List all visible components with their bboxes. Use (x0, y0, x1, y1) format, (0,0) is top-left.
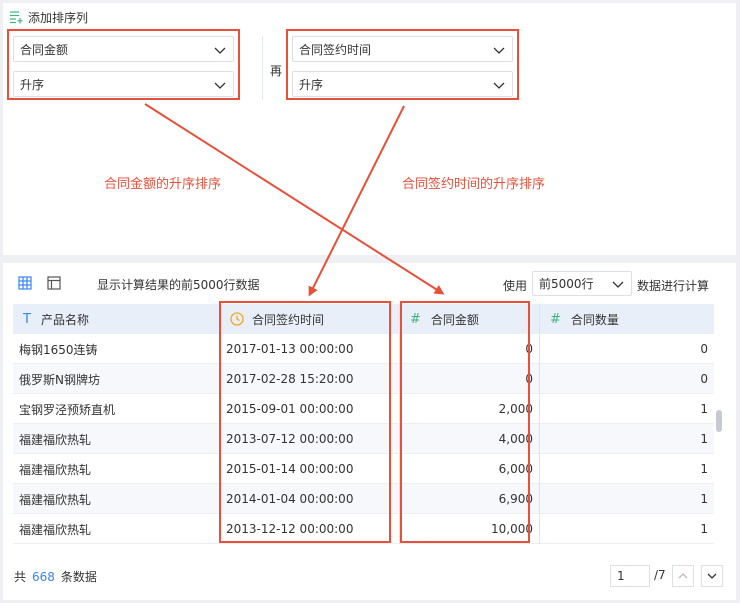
table-row: 福建福欣热轧 2013-12-12 00:00:00 10,000 1 (13, 514, 714, 544)
add-sort-icon (10, 11, 23, 24)
cell-amount: 0 (400, 364, 540, 394)
cell-product-name: 俄罗斯N钢牌坊 (13, 364, 220, 394)
cell-sign-time: 2014-01-04 00:00:00 (220, 484, 400, 514)
column-header-sign-time[interactable]: 合同签约时间 (220, 304, 400, 334)
cell-sign-time: 2017-02-28 15:20:00 (220, 364, 400, 394)
chevron-down-icon (214, 82, 226, 89)
use-label: 使用 (503, 279, 528, 293)
text-type-icon: T (23, 311, 31, 327)
cell-product-name: 福建福欣热轧 (13, 454, 220, 484)
table-row: 福建福欣热轧 2014-01-04 00:00:00 6,900 1 (13, 484, 714, 514)
primary-sort-order-value: 升序 (20, 77, 45, 92)
sort-divider (262, 36, 263, 100)
row-limit-select[interactable]: 前5000行 (532, 271, 632, 296)
secondary-sort-order-value: 升序 (299, 77, 324, 92)
page-number-input[interactable] (610, 565, 650, 587)
cell-sign-time: 2015-01-14 00:00:00 (220, 454, 400, 484)
cell-quantity: 0 (700, 342, 708, 356)
cell-product-name: 福建福欣热轧 (13, 484, 220, 514)
cell-amount: 10,000 (400, 514, 540, 544)
chevron-down-icon (612, 281, 624, 288)
data-limit-info: 显示计算结果的前5000行数据 (97, 278, 260, 292)
cell-quantity: 1 (700, 402, 708, 416)
table-view-icon[interactable] (16, 274, 34, 292)
total-count: 668 (32, 570, 55, 584)
total-suffix: 条数据 (60, 570, 97, 584)
next-page-button[interactable] (701, 565, 723, 587)
table-row: 福建福欣热轧 2013-07-12 00:00:00 4,000 1 (13, 424, 714, 454)
total-records: 共 668 条数据 (14, 568, 97, 585)
cell-product-name: 宝钢罗泾预矫直机 (13, 394, 220, 424)
cell-product-name: 梅钢1650连铸 (13, 334, 220, 364)
chevron-down-icon (707, 573, 717, 579)
secondary-sort-field-select[interactable]: 合同签约时间 (292, 36, 513, 62)
cell-product-name: 福建福欣热轧 (13, 424, 220, 454)
cell-sign-time: 2017-01-13 00:00:00 (220, 334, 400, 364)
column-header-product-name[interactable]: T 产品名称 (13, 304, 220, 334)
primary-sort-order-select[interactable]: 升序 (13, 71, 234, 97)
cell-amount: 4,000 (400, 424, 540, 454)
cell-amount: 6,000 (400, 454, 540, 484)
column-header-label: 合同签约时间 (252, 312, 325, 327)
primary-sort-field-select[interactable]: 合同金额 (13, 36, 234, 62)
chevron-down-icon (493, 82, 505, 89)
secondary-sort-order-select[interactable]: 升序 (292, 71, 513, 97)
table-row: 俄罗斯N钢牌坊 2017-02-28 15:20:00 0 0 (13, 364, 714, 394)
row-limit-value: 前5000行 (539, 277, 594, 291)
cell-amount: 2,000 (400, 394, 540, 424)
cell-sign-time: 2013-12-12 00:00:00 (220, 514, 400, 544)
total-prefix: 共 (14, 570, 27, 584)
column-header-label: 产品名称 (40, 312, 89, 327)
table-scrollbar[interactable] (716, 334, 722, 544)
number-type-icon: # (410, 311, 421, 327)
column-header-label: 合同金额 (430, 312, 479, 327)
scrollbar-thumb[interactable] (716, 410, 722, 432)
add-sort-column-button[interactable]: 添加排序列 (9, 9, 88, 25)
cell-sign-time: 2015-09-01 00:00:00 (220, 394, 400, 424)
column-header-quantity[interactable]: # 合同数量 (540, 304, 714, 334)
cell-product-name: 福建福欣热轧 (13, 514, 220, 544)
table-row: 梅钢1650连铸 2017-01-13 00:00:00 0 0 (13, 334, 714, 364)
primary-sort-field-value: 合同金额 (20, 42, 69, 57)
add-sort-label: 添加排序列 (28, 10, 89, 25)
column-view-icon[interactable] (45, 274, 63, 292)
number-type-icon: # (550, 311, 561, 327)
then-label: 再 (270, 64, 283, 78)
column-header-label: 合同数量 (570, 312, 619, 327)
table-row: 福建福欣热轧 2015-01-14 00:00:00 6,000 1 (13, 454, 714, 484)
clock-icon (230, 312, 244, 326)
chevron-up-icon (678, 573, 688, 579)
cell-quantity: 1 (700, 492, 708, 506)
table-header: T 产品名称 合同签约时间 # 合同金额 # 合同数量 (13, 304, 714, 334)
cell-amount: 6,900 (400, 484, 540, 514)
secondary-sort-field-value: 合同签约时间 (299, 42, 372, 57)
cell-quantity: 1 (700, 462, 708, 476)
chevron-down-icon (493, 47, 505, 54)
table-row: 宝钢罗泾预矫直机 2015-09-01 00:00:00 2,000 1 (13, 394, 714, 424)
column-header-amount[interactable]: # 合同金额 (400, 304, 540, 334)
cell-sign-time: 2013-07-12 00:00:00 (220, 424, 400, 454)
cell-amount: 0 (400, 334, 540, 364)
data-table: T 产品名称 合同签约时间 # 合同金额 # 合同数量 梅钢1650连铸 201… (13, 304, 714, 544)
annotation-right: 合同签约时间的升序排序 (402, 177, 546, 192)
chevron-down-icon (214, 47, 226, 54)
cell-quantity: 1 (700, 522, 708, 536)
page-total: /7 (654, 568, 666, 582)
annotation-left: 合同金额的升序排序 (104, 177, 222, 192)
prev-page-button[interactable] (672, 565, 694, 587)
compute-label: 数据进行计算 (637, 279, 710, 293)
cell-quantity: 0 (700, 372, 708, 386)
cell-quantity: 1 (700, 432, 708, 446)
